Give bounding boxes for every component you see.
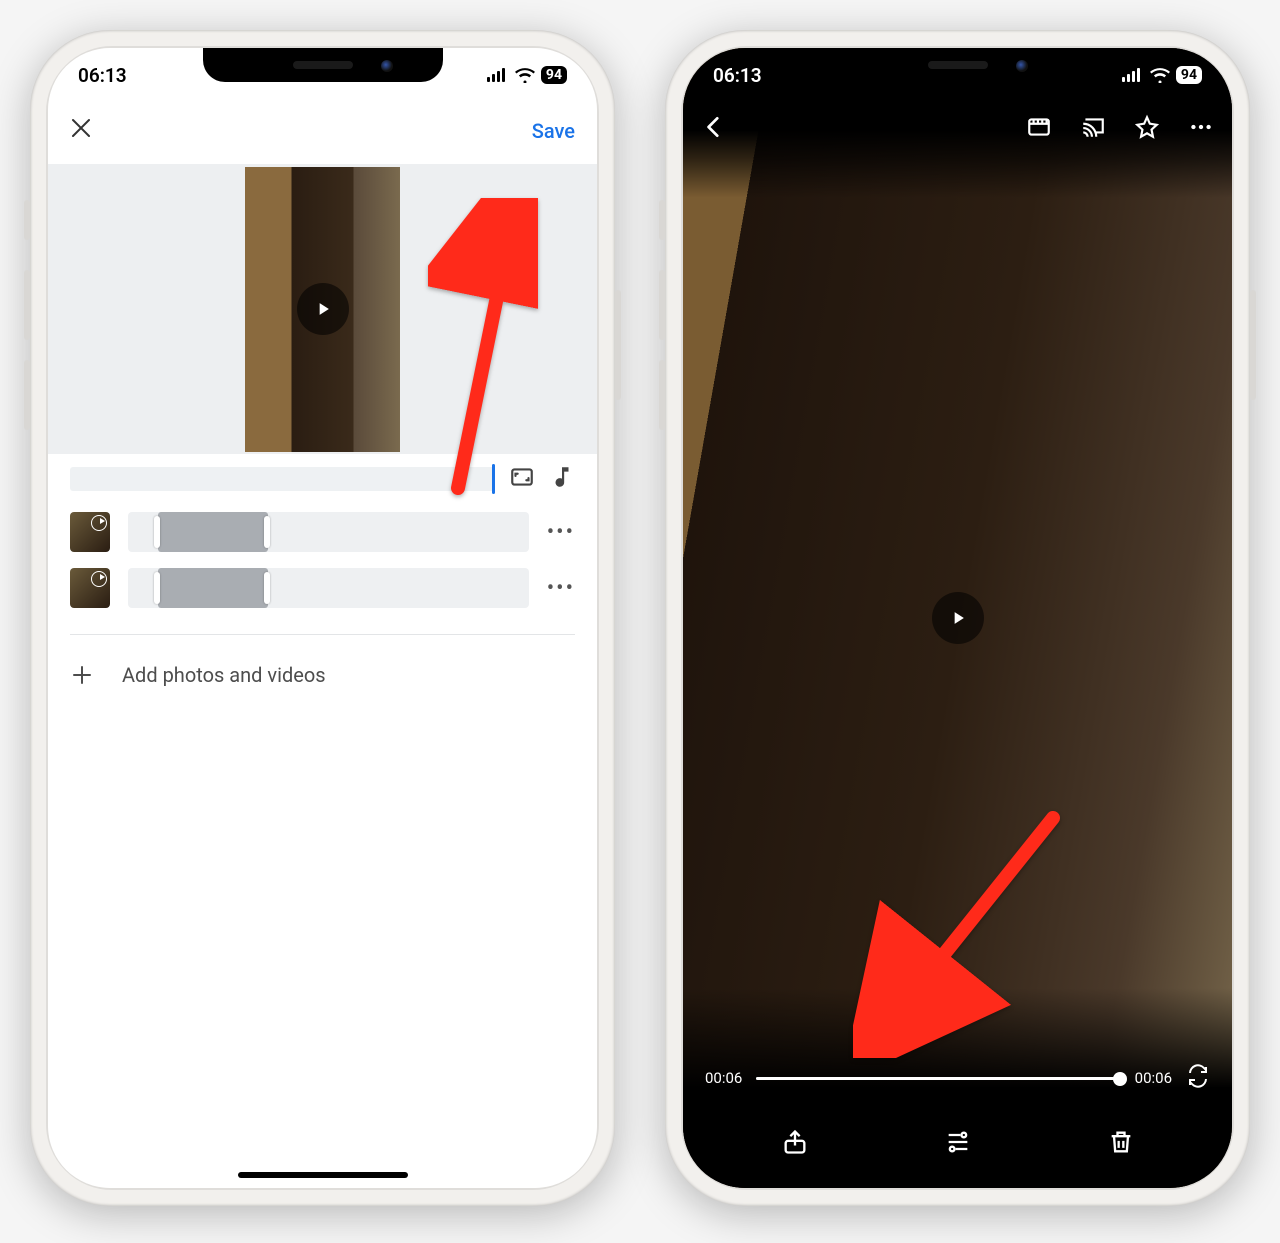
play-icon[interactable] [932,592,984,644]
clip-thumbnail[interactable] [70,512,110,552]
back-button[interactable] [701,114,727,144]
playback-total-time: 00:06 [1135,1069,1172,1087]
clip-trim-track[interactable] [128,568,529,608]
delete-button[interactable] [1107,1128,1135,1160]
status-time: 06:13 [78,64,127,87]
wifi-icon [515,67,535,83]
timeline-scrubber[interactable] [70,467,495,491]
playback-current-time: 00:06 [705,1069,742,1087]
clip-thumbnail[interactable] [70,568,110,608]
playback-scrubber[interactable] [756,1077,1120,1080]
aspect-ratio-button[interactable] [509,464,535,494]
play-icon[interactable] [297,283,349,335]
clip-row: ••• [48,504,597,560]
cast-icon[interactable] [1080,114,1106,144]
wifi-icon [1150,67,1170,83]
status-time: 06:13 [713,64,762,87]
save-button[interactable]: Save [532,119,575,143]
add-media-label: Add photos and videos [122,663,326,687]
movie-icon[interactable] [1026,114,1052,144]
clip-trim-track[interactable] [128,512,529,552]
music-button[interactable] [549,464,575,494]
star-icon[interactable] [1134,114,1160,144]
dual-sim-icon [1122,67,1144,83]
clip-row: ••• [48,560,597,616]
loop-button[interactable] [1186,1064,1210,1092]
video-preview[interactable] [48,164,597,454]
more-icon[interactable] [1188,114,1214,144]
clip-more-button[interactable]: ••• [547,576,575,601]
edit-button[interactable] [944,1128,972,1160]
share-button[interactable] [781,1128,809,1160]
battery-level: 94 [541,66,567,84]
clip-more-button[interactable]: ••• [547,520,575,545]
divider [70,634,575,635]
close-button[interactable] [70,116,92,146]
dual-sim-icon [487,67,509,83]
home-indicator [238,1172,408,1178]
battery-level: 94 [1176,66,1202,84]
add-media-button[interactable]: Add photos and videos [48,645,597,705]
